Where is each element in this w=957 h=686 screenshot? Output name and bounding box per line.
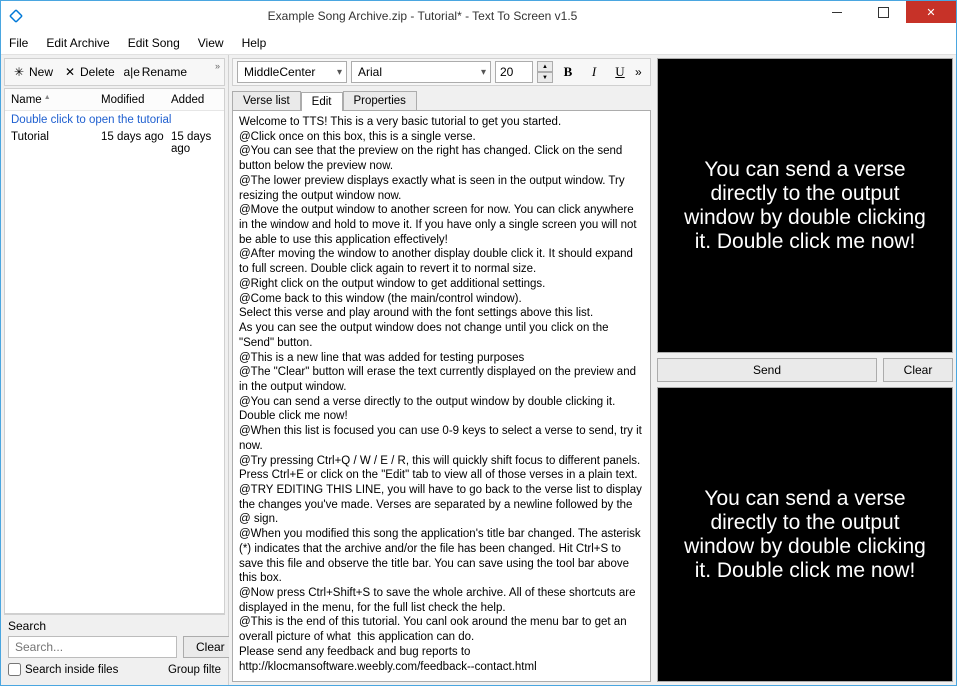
titlebar[interactable]: Example Song Archive.zip - Tutorial* - T…: [1, 1, 956, 31]
font-toolbar-overflow-icon[interactable]: »: [635, 65, 642, 79]
menu-edit-archive[interactable]: Edit Archive: [46, 36, 109, 50]
italic-button[interactable]: I: [583, 61, 605, 83]
font-toolbar: MiddleCenter Arial 20 ▲▼ B I U »: [232, 58, 651, 86]
close-button[interactable]: [906, 1, 956, 23]
alignment-combo[interactable]: MiddleCenter: [237, 61, 347, 83]
editor-textarea[interactable]: Welcome to TTS! This is a very basic tut…: [232, 110, 651, 682]
menu-edit-song[interactable]: Edit Song: [128, 36, 180, 50]
editor-tabs: Verse list Edit Properties: [232, 88, 651, 110]
maximize-button[interactable]: [860, 1, 906, 23]
column-name[interactable]: Name: [5, 94, 95, 106]
tab-verse-list[interactable]: Verse list: [232, 91, 301, 110]
group-filter-label[interactable]: Group filte: [168, 664, 221, 676]
archive-toolbar: ✳ New ✕ Delete a|e Rename »: [4, 58, 225, 86]
toolbar-overflow-icon[interactable]: »: [215, 61, 220, 71]
editor-pane: MiddleCenter Arial 20 ▲▼ B I U » Verse l…: [229, 55, 654, 685]
menubar: File Edit Archive Edit Song View Help: [1, 31, 956, 55]
row-name: Tutorial: [11, 131, 101, 155]
tab-edit[interactable]: Edit: [301, 92, 343, 111]
preview-lower[interactable]: You can send a verse directly to the out…: [657, 387, 953, 682]
preview-pane: You can send a verse directly to the out…: [654, 55, 956, 685]
search-label: Search: [8, 619, 221, 633]
delete-button[interactable]: ✕ Delete: [60, 63, 118, 81]
row-added: 15 days ago: [171, 131, 218, 155]
app-icon: [1, 1, 31, 31]
menu-help[interactable]: Help: [242, 36, 267, 50]
search-panel: Search Clear Search inside files Group f…: [4, 614, 225, 682]
rename-button[interactable]: a|e Rename: [122, 63, 190, 81]
archive-pane: ✳ New ✕ Delete a|e Rename » Name Modifie…: [1, 55, 229, 685]
font-size-field[interactable]: 20: [495, 61, 533, 83]
new-icon: ✳: [12, 65, 26, 79]
window-title: Example Song Archive.zip - Tutorial* - T…: [31, 9, 814, 23]
preview-upper[interactable]: You can send a verse directly to the out…: [657, 58, 953, 353]
underline-button[interactable]: U: [609, 61, 631, 83]
column-added[interactable]: Added: [165, 94, 224, 106]
row-modified: 15 days ago: [101, 131, 171, 155]
search-inside-checkbox[interactable]: Search inside files: [8, 663, 118, 676]
new-button[interactable]: ✳ New: [9, 63, 56, 81]
column-modified[interactable]: Modified: [95, 94, 165, 106]
clear-button[interactable]: Clear: [883, 358, 953, 382]
delete-icon: ✕: [63, 65, 77, 79]
minimize-button[interactable]: [814, 1, 860, 23]
tutorial-hint[interactable]: Double click to open the tutorial: [5, 111, 224, 129]
font-size-spinner[interactable]: ▲▼: [537, 61, 553, 83]
bold-button[interactable]: B: [557, 61, 579, 83]
font-combo[interactable]: Arial: [351, 61, 491, 83]
rename-icon: a|e: [125, 65, 139, 79]
list-header: Name Modified Added: [5, 89, 224, 111]
song-list[interactable]: Name Modified Added Double click to open…: [4, 88, 225, 614]
send-button[interactable]: Send: [657, 358, 877, 382]
menu-file[interactable]: File: [9, 36, 28, 50]
list-item[interactable]: Tutorial 15 days ago 15 days ago: [5, 129, 224, 157]
search-input[interactable]: [8, 636, 177, 658]
menu-view[interactable]: View: [198, 36, 224, 50]
tab-properties[interactable]: Properties: [343, 91, 417, 110]
